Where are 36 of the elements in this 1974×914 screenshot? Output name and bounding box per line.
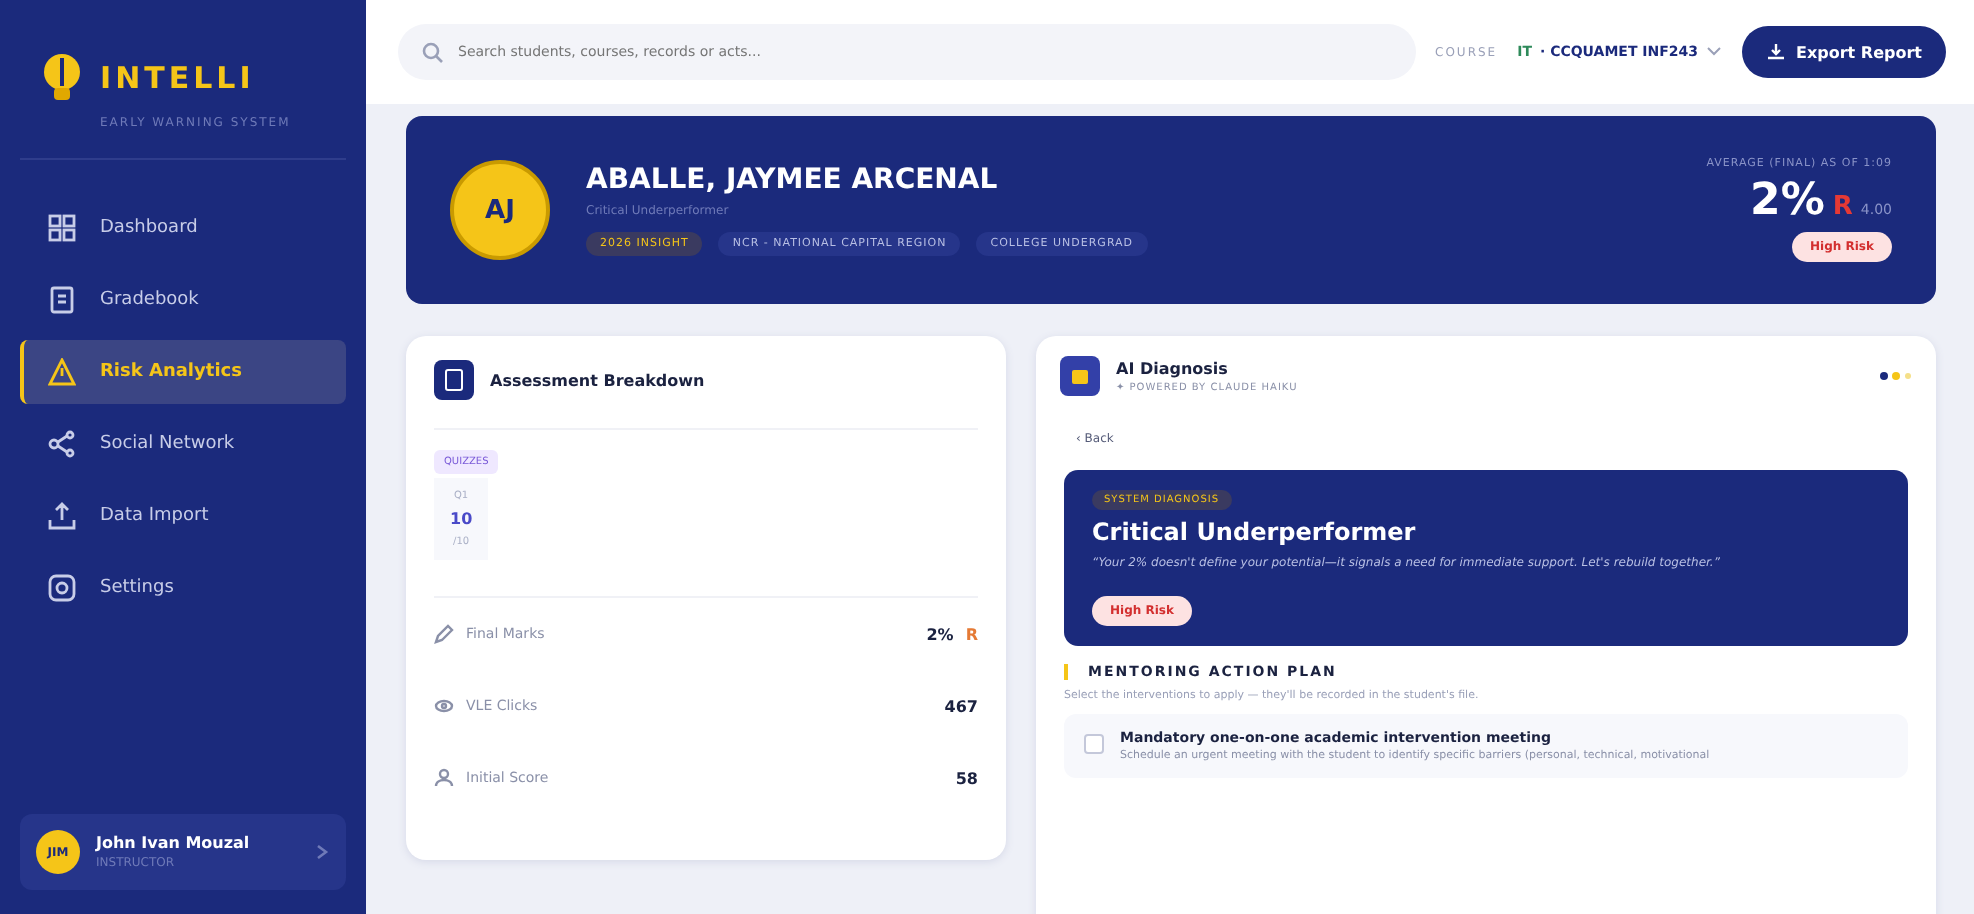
nav-item[interactable]: Data Import: [20, 484, 346, 548]
grade-letter: R: [1832, 192, 1853, 222]
settings-icon: [48, 574, 76, 602]
bulb-logo-icon: [40, 52, 84, 104]
warning-icon: [48, 358, 76, 386]
score-value: 2%: [1750, 176, 1825, 226]
download-icon: [1766, 42, 1787, 62]
dots-icon: [1880, 372, 1912, 380]
quiz-score: 10: [450, 510, 473, 528]
eye-icon: [434, 696, 454, 716]
metric-value: 58: [955, 769, 978, 787]
nav-item[interactable]: Social Network: [20, 412, 346, 476]
nav-item[interactable]: Gradebook: [20, 268, 346, 332]
student-avatar: AJ: [450, 160, 550, 260]
user-name: John Ivan Mouzal: [96, 834, 252, 852]
upload-icon: [48, 502, 76, 530]
nav-item[interactable]: Risk Analytics: [20, 340, 346, 404]
export-button[interactable]: Export Report: [1742, 26, 1946, 78]
metric-value: 467: [944, 697, 978, 715]
grid-icon: [48, 214, 76, 242]
card-title: Assessment Breakdown: [490, 371, 705, 389]
card-title: AI Diagnosis: [1116, 359, 1230, 377]
nav-item[interactable]: Settings: [20, 556, 346, 620]
diagnosis-headline: Critical Underperformer: [1092, 518, 1418, 546]
grade-letter: R: [965, 625, 978, 643]
student-name: ABALLE, JAYMEE ARCENAL: [586, 164, 1000, 196]
person-icon: [434, 768, 454, 788]
pen-icon: [434, 624, 454, 644]
share-icon: [48, 430, 76, 458]
metric-value: 2%: [926, 625, 954, 643]
checkbox[interactable]: [1084, 733, 1104, 754]
chevron-icon: [314, 844, 330, 860]
book-icon: [48, 286, 76, 314]
caret-icon: [1706, 46, 1723, 58]
nav-item[interactable]: Dashboard: [20, 196, 346, 260]
app-logo: INTELLI: [100, 60, 255, 96]
